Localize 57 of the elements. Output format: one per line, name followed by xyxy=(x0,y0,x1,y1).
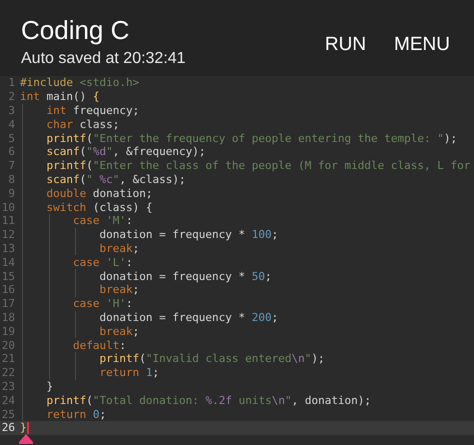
code-line[interactable]: scanf(" %c", &class); xyxy=(20,172,186,186)
line-number: 6 xyxy=(7,145,15,158)
line-number: 26 xyxy=(0,421,15,434)
code-line[interactable]: int main() { xyxy=(20,90,100,104)
line-number: 1 xyxy=(7,76,15,90)
line-number: 20 xyxy=(0,338,15,352)
line-number: 25 xyxy=(0,408,15,421)
code-line[interactable]: break; xyxy=(20,324,140,338)
line-number: 11 xyxy=(0,214,15,228)
code-line[interactable]: printf("Invalid class entered\n"); xyxy=(20,352,325,366)
line-number: 24 xyxy=(0,394,15,407)
line-number: 16 xyxy=(0,283,15,296)
line-number: 5 xyxy=(7,132,15,145)
line-number: 15 xyxy=(0,270,15,283)
code-line[interactable]: break; xyxy=(20,242,140,255)
code-line[interactable]: case 'H': xyxy=(20,297,133,310)
code-line[interactable]: donation = frequency * 200; xyxy=(20,310,278,324)
line-number: 14 xyxy=(0,256,15,269)
line-number: 19 xyxy=(0,324,15,338)
code-line[interactable]: printf("Enter the class of the people (M for middle class, L for xyxy=(20,159,470,172)
code-line[interactable]: break; xyxy=(20,283,140,296)
run-button[interactable]: RUN xyxy=(310,30,380,60)
code-line[interactable]: printf("Enter the frequency of people entering the temple: "); xyxy=(20,132,458,145)
code-line[interactable]: case 'L': xyxy=(20,256,133,269)
line-number: 10 xyxy=(0,200,15,214)
code-line[interactable]: } xyxy=(20,380,54,393)
code-line[interactable]: double donation; xyxy=(20,186,152,200)
menu-button[interactable]: MENU xyxy=(380,30,464,60)
line-number: 2 xyxy=(7,90,15,104)
code-line[interactable]: default: xyxy=(20,338,126,352)
code-line[interactable]: #include <stdio.h> xyxy=(20,76,140,90)
code-line[interactable]: return 1; xyxy=(20,366,160,380)
line-number: 17 xyxy=(0,297,15,310)
code-line[interactable]: donation = frequency * 100; xyxy=(20,228,278,242)
code-line[interactable]: switch (class) { xyxy=(20,200,152,214)
code-line[interactable]: return 0; xyxy=(20,408,106,421)
line-number: 12 xyxy=(0,228,15,242)
line-number: 13 xyxy=(0,242,15,255)
line-number: 22 xyxy=(0,366,15,380)
line-number: 9 xyxy=(7,186,15,200)
line-number: 7 xyxy=(7,159,15,172)
code-line[interactable]: scanf("%d", &frequency); xyxy=(20,145,206,158)
autosave-status: Auto saved at 20:32:41 xyxy=(21,49,186,69)
code-line[interactable]: char class; xyxy=(20,118,120,131)
code-line[interactable]: } xyxy=(20,421,27,434)
text-cursor xyxy=(26,422,29,434)
line-number: 18 xyxy=(0,310,15,324)
line-number: 4 xyxy=(7,118,15,131)
code-line[interactable]: int frequency; xyxy=(20,104,140,117)
app-title: Coding C xyxy=(21,15,130,45)
code-line[interactable]: donation = frequency * 50; xyxy=(20,270,272,283)
code-line[interactable]: case 'M': xyxy=(20,214,133,228)
line-number: 3 xyxy=(7,104,15,117)
line-number: 8 xyxy=(7,172,15,186)
line-number: 21 xyxy=(0,352,15,366)
code-line[interactable]: printf("Total donation: %.2f units\n", donation); xyxy=(20,394,372,407)
line-number: 23 xyxy=(0,380,15,393)
